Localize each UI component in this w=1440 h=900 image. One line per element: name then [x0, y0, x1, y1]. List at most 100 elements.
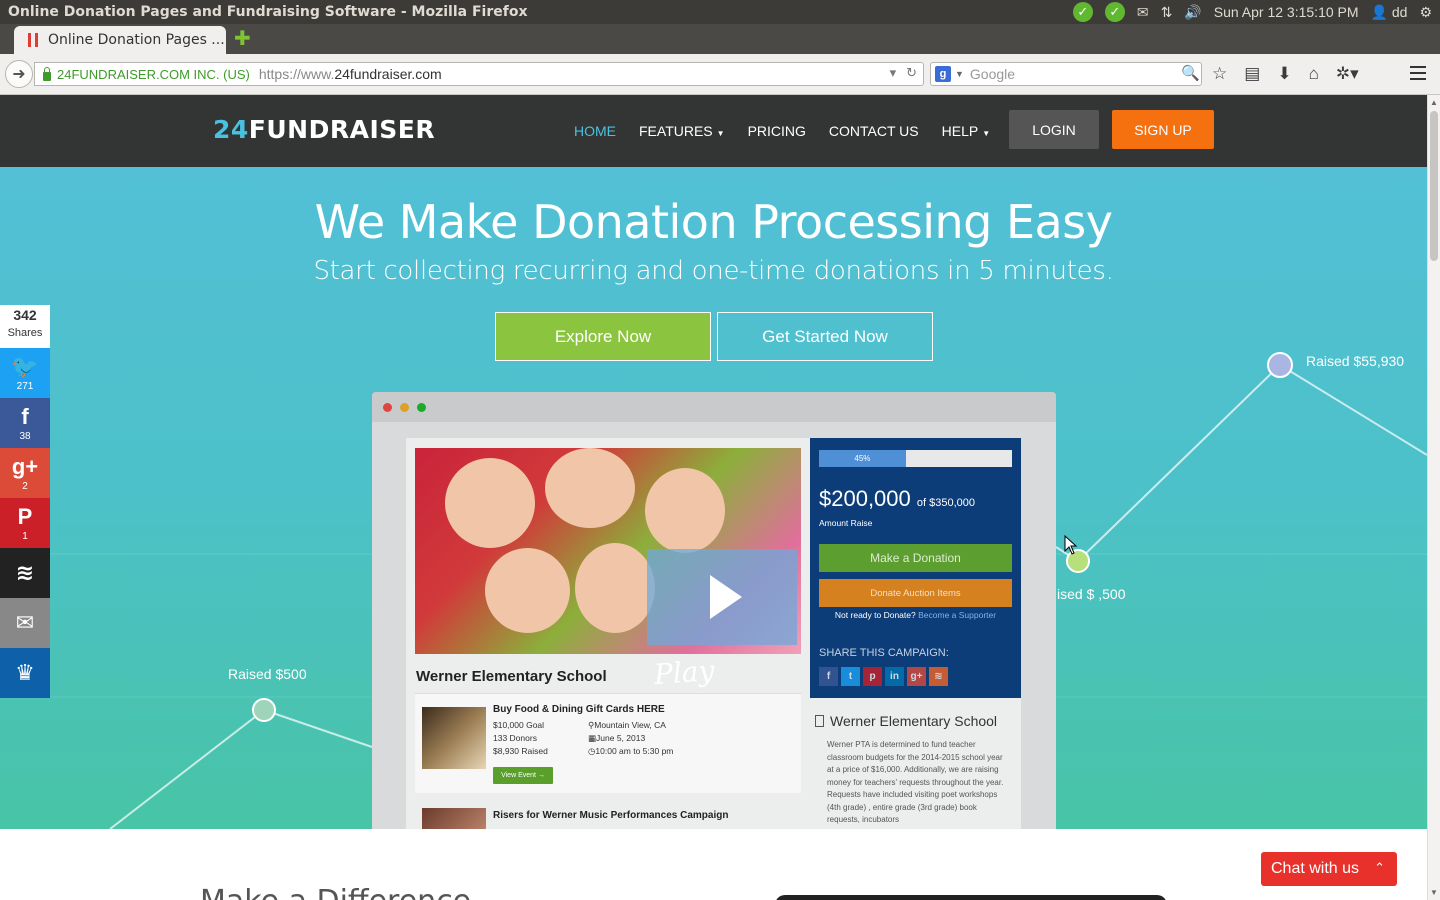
nav-features[interactable]: FEATURES ▼ — [639, 123, 725, 139]
favicon-icon — [28, 33, 38, 47]
browser-toolbar: ➜ 24FUNDRAISER.COM INC. (US) https://www… — [0, 54, 1440, 95]
clock[interactable]: Sun Apr 12 3:15:10 PM — [1214, 4, 1359, 20]
raised-label: Raised $55,930 — [1306, 353, 1405, 369]
mail-icon[interactable]: ✉ — [1137, 4, 1149, 21]
maximize-dot-icon — [417, 403, 426, 412]
amount-label: Amount Raise — [819, 518, 873, 528]
play-video-button[interactable] — [647, 549, 797, 645]
update-ok-icon[interactable]: ✓ — [1072, 2, 1093, 22]
chart-node — [252, 698, 276, 722]
settings-gear-icon[interactable]: ⚙ — [1419, 4, 1432, 21]
back-arrow-icon[interactable]: ➜ — [5, 60, 33, 88]
share-count-value: 271 — [16, 380, 34, 392]
event-card: Buy Food & Dining Gift Cards HERE $10,00… — [415, 693, 801, 793]
browser-tab[interactable]: Online Donation Pages ... — [14, 26, 226, 54]
event-title[interactable]: Buy Food & Dining Gift Cards HERE — [493, 704, 665, 715]
mockup-body: Werner Elementary School Play Video Buy … — [406, 438, 1021, 829]
caret-down-icon: ▼ — [982, 128, 991, 138]
twitter-share-button[interactable]: 🐦 271 — [0, 348, 50, 398]
network-icon[interactable]: ⇅ — [1161, 4, 1173, 21]
raised-label: ised $ ,500 — [1057, 586, 1126, 602]
nav-contact-label: CONTACT US — [828, 123, 919, 139]
pinterest-share-button[interactable]: P1 — [0, 498, 50, 548]
scroll-up-icon[interactable]: ▲ — [1430, 98, 1438, 107]
reading-list-icon[interactable]: ▤ — [1244, 64, 1260, 84]
chat-button[interactable]: Chat with us ⌃ — [1261, 852, 1397, 886]
nav-help[interactable]: HELP ▼ — [942, 123, 991, 139]
sumo-icon: ♛ — [15, 660, 35, 685]
scroll-down-icon[interactable]: ▼ — [1430, 888, 1438, 897]
page-scrollbar[interactable]: ▲ ▼ — [1427, 95, 1440, 900]
window-title: Online Donation Pages and Fundraising So… — [8, 4, 528, 20]
share-total: 342 — [13, 307, 37, 323]
nav-pricing[interactable]: PRICING — [748, 123, 806, 139]
logo-number: 24 — [213, 115, 249, 144]
event-title[interactable]: Risers for Werner Music Performances Cam… — [493, 810, 728, 821]
close-dot-icon — [383, 403, 392, 412]
chevron-up-icon: ⌃ — [1374, 860, 1385, 875]
scroll-thumb[interactable] — [1430, 111, 1438, 261]
history-dropdown-icon[interactable]: ▾ — [890, 65, 897, 81]
view-event-button[interactable]: View Event → — [493, 767, 553, 784]
google-engine-icon[interactable]: g — [935, 66, 951, 82]
campaign-photo[interactable] — [415, 448, 801, 654]
become-supporter-link[interactable]: Become a Supporter — [918, 610, 996, 620]
caret-down-icon: ▼ — [716, 128, 725, 138]
progress-bar: 45% — [819, 450, 1012, 467]
user-menu[interactable]: 👤 dd — [1371, 4, 1408, 21]
os-top-bar: Online Donation Pages and Fundraising So… — [0, 0, 1440, 24]
linkedin-icon[interactable]: in — [885, 667, 904, 686]
download-icon[interactable]: ⬇ — [1277, 64, 1291, 84]
sumo-share-button[interactable]: ♛ — [0, 648, 50, 698]
chart-node — [1267, 352, 1293, 378]
volume-icon[interactable]: 🔊 — [1184, 4, 1201, 21]
hamburger-menu-icon[interactable] — [1410, 66, 1426, 84]
explore-now-button[interactable]: Explore Now — [495, 312, 711, 361]
site-identity[interactable]: 24FUNDRAISER.COM INC. (US) — [57, 67, 250, 82]
sync-ok-icon[interactable]: ✓ — [1104, 2, 1125, 22]
buffer-icon: ≋ — [15, 560, 35, 585]
facebook-share-button[interactable]: f 38 — [0, 398, 50, 448]
event-image — [422, 707, 486, 769]
engine-dropdown-icon[interactable]: ▼ — [955, 69, 964, 79]
pinterest-icon[interactable]: p — [863, 667, 882, 686]
facebook-icon[interactable]: f — [819, 667, 838, 686]
rss-icon[interactable]: ≋ — [929, 667, 948, 686]
hero-section: We Make Donation Processing Easy Start c… — [0, 167, 1427, 829]
google-plus-share-button[interactable]: g+ 2 — [0, 448, 50, 498]
site-logo[interactable]: 24FUNDRAISER — [213, 115, 435, 144]
home-icon[interactable]: ⌂ — [1309, 64, 1319, 84]
extension-icon[interactable]: ✲▾ — [1336, 64, 1359, 84]
url-bar[interactable]: 24FUNDRAISER.COM INC. (US) https://www.2… — [34, 62, 924, 86]
donate-auction-button[interactable]: Donate Auction Items — [819, 579, 1012, 607]
social-share-bar: 342 Shares 🐦 271 f 38 g+ 2 P 1 ≋ ✉ ♛ — [0, 305, 50, 698]
event-details: ⚲Mountain View, CA ▦June 5, 2013 ◷10:00 … — [588, 719, 673, 758]
google-plus-icon[interactable]: g+ — [907, 667, 926, 686]
section-heading: Make a Difference — [200, 884, 471, 900]
twitter-icon[interactable]: t — [841, 667, 860, 686]
get-started-button[interactable]: Get Started Now — [717, 312, 933, 361]
nav-home-label: HOME — [574, 123, 616, 139]
reload-icon[interactable]: ↻ — [906, 65, 917, 81]
login-button[interactable]: LOGIN — [1009, 110, 1099, 149]
signup-button[interactable]: SIGN UP — [1112, 110, 1214, 149]
nav-contact[interactable]: CONTACT US — [829, 123, 919, 139]
user-icon: 👤 — [1370, 3, 1388, 20]
share-count-value: 2 — [22, 480, 28, 492]
amount-value: $200,000 — [819, 486, 911, 511]
amount-raised: $200,000 of $350,000 — [819, 486, 975, 512]
nav-features-label: FEATURES — [639, 123, 713, 139]
new-tab-plus-icon[interactable]: ✚ — [234, 29, 251, 49]
make-donation-button[interactable]: Make a Donation — [819, 544, 1012, 572]
minimize-dot-icon — [400, 403, 409, 412]
buffer-share-button[interactable]: ≋ — [0, 548, 50, 598]
search-placeholder: Google — [969, 66, 1016, 82]
event-image — [422, 808, 486, 829]
nav-home[interactable]: HOME — [574, 123, 616, 139]
bookmark-star-icon[interactable]: ☆ — [1212, 64, 1227, 84]
search-icon[interactable]: 🔍 — [1181, 66, 1200, 82]
play-icon — [710, 575, 742, 619]
url-text[interactable]: https://www.24fundraiser.com — [259, 66, 442, 82]
email-share-button[interactable]: ✉ — [0, 598, 50, 648]
search-bar[interactable]: g ▼ Google 🔍 — [930, 62, 1202, 86]
